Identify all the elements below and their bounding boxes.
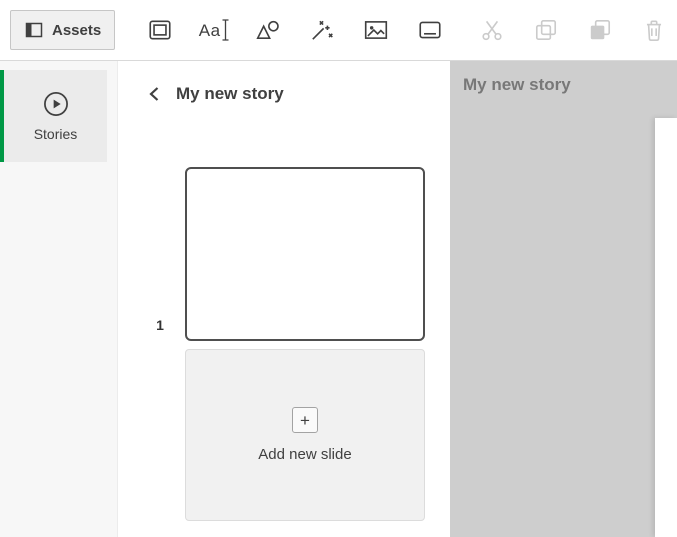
- sidebar-item-label: Stories: [34, 126, 78, 142]
- image-icon: [363, 17, 389, 43]
- scissors-icon: [479, 17, 505, 43]
- slide-thumbnail[interactable]: [185, 167, 425, 341]
- snapshot-tool-button[interactable]: [140, 10, 180, 50]
- chevron-left-icon: [146, 85, 164, 103]
- shapes-tool-button[interactable]: [248, 10, 288, 50]
- magic-wand-icon: [309, 17, 335, 43]
- insert-tool-group: Aa: [140, 10, 450, 50]
- slide-number: 1: [148, 317, 172, 333]
- add-new-slide-button[interactable]: + Add new slide: [185, 349, 425, 521]
- slide-canvas-surface[interactable]: [655, 118, 677, 537]
- copy-button[interactable]: [526, 10, 566, 50]
- clipboard-tool-group: [472, 10, 674, 50]
- sheet-icon: [417, 17, 443, 43]
- text-tool-button[interactable]: Aa: [194, 10, 234, 50]
- copy-icon: [533, 17, 559, 43]
- storytelling-app: Assets Aa: [0, 0, 677, 537]
- media-tool-button[interactable]: [356, 10, 396, 50]
- cut-button[interactable]: [472, 10, 512, 50]
- delete-button[interactable]: [634, 10, 674, 50]
- plus-icon: +: [292, 407, 318, 433]
- slide-panel: My new story 1 + Add new slide: [118, 61, 450, 537]
- back-button[interactable]: [144, 83, 166, 105]
- assets-button-label: Assets: [52, 22, 101, 39]
- slide-panel-header: My new story: [118, 61, 450, 105]
- story-canvas: My new story: [450, 61, 677, 537]
- trash-icon: [641, 17, 667, 43]
- paste-button[interactable]: [580, 10, 620, 50]
- text-tool-glyph: Aa: [199, 22, 221, 39]
- add-new-slide-label: Add new slide: [258, 446, 351, 463]
- assets-button[interactable]: Assets: [10, 10, 115, 50]
- shapes-icon: [255, 17, 281, 43]
- paste-icon: [587, 17, 613, 43]
- assets-sidebar: Stories: [0, 61, 118, 537]
- sheet-tool-button[interactable]: [410, 10, 450, 50]
- toolbar: Assets Aa: [0, 0, 677, 61]
- panel-left-icon: [24, 20, 44, 40]
- sidebar-item-stories[interactable]: Stories: [0, 70, 107, 162]
- text-cursor-icon: [221, 19, 230, 41]
- story-title: My new story: [176, 83, 284, 105]
- effects-tool-button[interactable]: [302, 10, 342, 50]
- play-circle-icon: [42, 90, 70, 118]
- canvas-story-title: My new story: [463, 75, 571, 95]
- snapshot-icon: [147, 17, 173, 43]
